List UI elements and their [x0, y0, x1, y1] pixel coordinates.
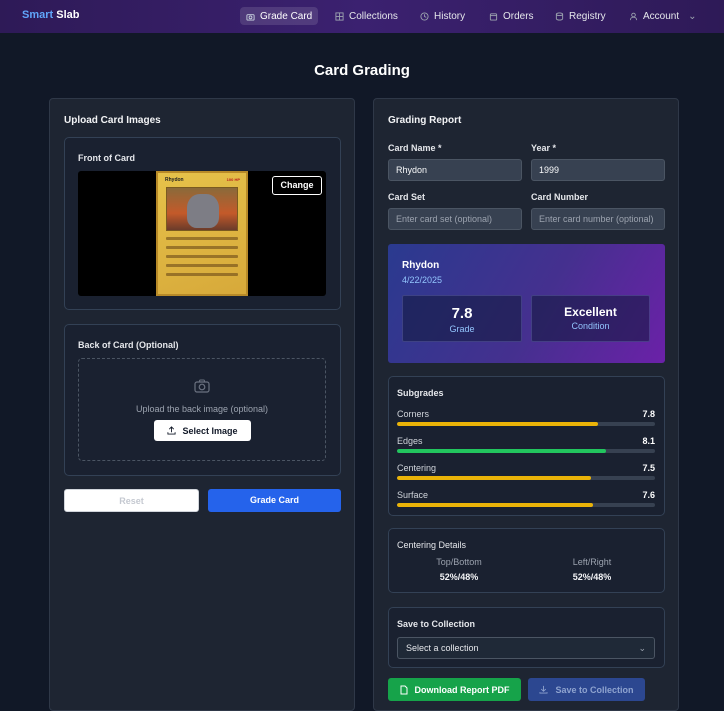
- grade-card-button[interactable]: Grade Card: [208, 489, 341, 512]
- nav-label: History: [434, 10, 466, 22]
- upload-title: Upload Card Images: [64, 115, 161, 126]
- nav-label: Collections: [349, 10, 398, 22]
- file-icon: [400, 685, 407, 694]
- subgrade-bar: [397, 503, 655, 507]
- back-image-hint: Upload the back image (optional): [135, 404, 269, 414]
- nav-label: Orders: [503, 10, 534, 22]
- top-bottom-value: 52%/48%: [439, 572, 479, 582]
- card-image: Rhydon 100 HP: [156, 171, 248, 296]
- front-card-preview: Rhydon 100 HP Change: [78, 171, 326, 296]
- subgrades-title: Subgrades: [397, 388, 444, 398]
- left-right-value: 52%/48%: [572, 572, 612, 582]
- grade-value: 7.8: [451, 305, 473, 322]
- collection-select[interactable]: Select a collection ⌄: [397, 637, 655, 659]
- card-image-hp: 100 HP: [226, 177, 240, 182]
- select-image-label: Select Image: [182, 425, 238, 436]
- year-label: Year *: [531, 143, 557, 153]
- subgrade-bar-fill: [397, 503, 594, 507]
- subgrade-value: 7.6: [642, 490, 655, 500]
- upload-icon: [167, 426, 177, 435]
- centering-left-right: Left/Right 52%/48%: [532, 557, 652, 582]
- database-icon: [555, 11, 564, 21]
- chevron-down-icon: ⌄: [638, 643, 646, 653]
- chevron-down-icon: ⌄: [688, 10, 697, 22]
- nav-orders[interactable]: Orders: [483, 7, 540, 25]
- nav-label: Registry: [569, 10, 606, 22]
- card-artwork: [166, 187, 238, 231]
- grade-caption: Grade: [449, 324, 475, 334]
- nav-account[interactable]: Account ⌄: [623, 7, 703, 25]
- save-icon: [539, 685, 549, 694]
- history-icon: [420, 11, 429, 21]
- nav-label: Grade Card: [260, 10, 313, 22]
- nav-collections[interactable]: Collections: [329, 7, 404, 25]
- subgrade-label: Edges: [397, 436, 423, 446]
- download-pdf-button[interactable]: Download Report PDF: [388, 678, 521, 701]
- change-image-button[interactable]: Change: [272, 176, 322, 195]
- subgrade-bar: [397, 422, 655, 426]
- card-image-name: Rhydon: [165, 177, 184, 183]
- card-name-label: Card Name *: [388, 143, 442, 153]
- top-nav: Smart Slab Grade Card Collections Histor…: [0, 0, 724, 33]
- reset-button[interactable]: Reset: [64, 489, 199, 512]
- hero-date: 4/22/2025: [402, 275, 443, 285]
- brand-logo[interactable]: Smart Slab: [22, 9, 79, 21]
- subgrade-row: Surface 7.6: [397, 490, 655, 514]
- nav-registry[interactable]: Registry: [549, 7, 612, 25]
- card-set-input[interactable]: [388, 208, 522, 230]
- subgrade-label: Centering: [397, 463, 437, 473]
- select-image-button[interactable]: Select Image: [154, 420, 251, 441]
- grade-box: 7.8 Grade: [402, 295, 522, 342]
- subgrade-value: 8.1: [642, 436, 655, 446]
- nav-history[interactable]: History: [414, 7, 471, 25]
- left-right-label: Left/Right: [572, 557, 612, 567]
- centering-top-bottom: Top/Bottom 52%/48%: [399, 557, 519, 582]
- subgrade-value: 7.5: [642, 463, 655, 473]
- save-to-collection-label: Save to Collection: [555, 684, 634, 695]
- subgrade-value: 7.8: [642, 409, 655, 419]
- subgrade-bar-fill: [397, 476, 591, 480]
- condition-value: Excellent: [564, 305, 617, 319]
- card-number-label: Card Number: [531, 192, 589, 202]
- subgrade-bar: [397, 449, 655, 453]
- page-title: Card Grading: [314, 62, 410, 79]
- save-collection-title: Save to Collection: [397, 619, 476, 629]
- centering-title: Centering Details: [397, 540, 467, 550]
- card-text-lines: [166, 237, 238, 287]
- subgrade-row: Centering 7.5: [397, 463, 655, 487]
- subgrade-bar-fill: [397, 422, 599, 426]
- nav-label: Account: [643, 10, 680, 22]
- user-icon: [629, 12, 638, 20]
- condition-box: Excellent Condition: [531, 295, 650, 342]
- hero-card-name: Rhydon: [402, 260, 440, 271]
- save-to-collection-button[interactable]: Save to Collection: [528, 678, 645, 701]
- front-card-label: Front of Card: [78, 153, 135, 163]
- nav-grade-card[interactable]: Grade Card: [240, 7, 319, 25]
- back-image-dropzone[interactable]: Upload the back image (optional) Select …: [78, 358, 326, 461]
- box-icon: [489, 12, 498, 21]
- subgrade-bar-fill: [397, 449, 606, 453]
- grid-icon: [335, 11, 344, 21]
- card-set-label: Card Set: [388, 192, 426, 202]
- subgrade-row: Corners 7.8: [397, 409, 655, 433]
- condition-caption: Condition: [571, 321, 610, 331]
- back-card-label: Back of Card (Optional): [78, 340, 179, 350]
- card-number-input[interactable]: [531, 208, 665, 230]
- subgrade-row: Edges 8.1: [397, 436, 655, 460]
- subgrade-label: Corners: [397, 409, 430, 419]
- report-title: Grading Report: [388, 115, 462, 126]
- collection-select-value: Select a collection: [406, 643, 479, 653]
- subgrade-label: Surface: [397, 490, 429, 500]
- brand-part1: Smart: [22, 9, 54, 21]
- card-name-input[interactable]: [388, 159, 522, 181]
- subgrade-bar: [397, 476, 655, 480]
- camera-icon: [246, 13, 255, 21]
- top-bottom-label: Top/Bottom: [436, 557, 482, 567]
- grade-summary-card: Rhydon 4/22/2025 7.8 Grade Excellent Con…: [388, 244, 665, 363]
- download-pdf-label: Download Report PDF: [414, 684, 510, 695]
- year-input[interactable]: [531, 159, 665, 181]
- brand-part2: Slab: [56, 9, 80, 21]
- camera-icon: [194, 379, 210, 393]
